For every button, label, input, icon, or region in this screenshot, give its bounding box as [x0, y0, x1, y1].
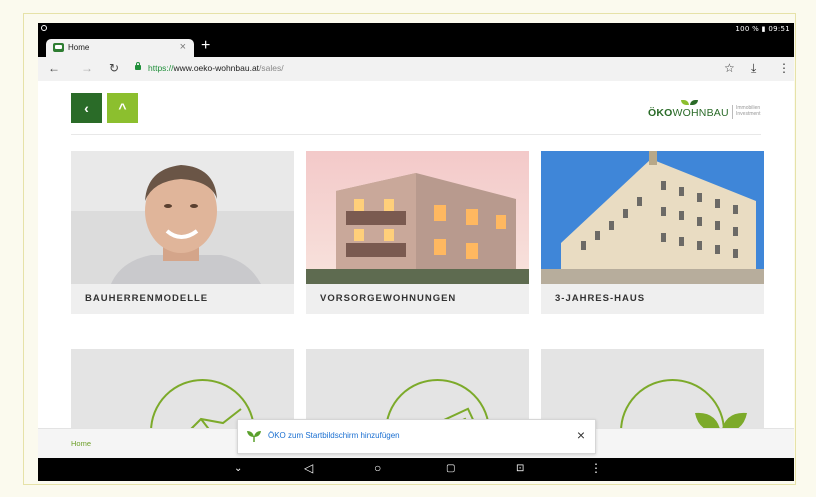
download-icon[interactable]: ⤓ [751, 61, 756, 76]
card-vorsorgewohnungen[interactable]: VORSORGEWOHNUNGEN [306, 151, 529, 314]
new-tab-icon[interactable]: + [201, 37, 210, 55]
logo-wordmark: ÖKOWOHNBAU [648, 107, 729, 119]
screenshot-icon[interactable]: ⊡ [516, 463, 524, 474]
back-button[interactable]: ‹ [71, 93, 102, 123]
up-button[interactable]: ^ [107, 93, 138, 123]
android-nav-bar: ⌄ ◁ ○ ▢ ⊡ ⋮ [38, 458, 794, 481]
historic-building-photo [541, 151, 764, 284]
notification-icon [41, 25, 47, 31]
nav-home-icon[interactable]: ○ [374, 461, 381, 475]
star-icon[interactable]: ☆ [724, 61, 735, 75]
tab-title: Home [68, 43, 90, 52]
footer-home-link[interactable]: Home [71, 439, 91, 448]
logo-leaf-icon [681, 100, 689, 105]
favicon-icon [53, 43, 64, 52]
overflow-menu-icon[interactable]: ⋮ [778, 61, 790, 75]
back-arrow-icon[interactable]: ← [48, 61, 60, 75]
logo-tagline: Immobilien Investment [736, 105, 761, 117]
logo-leaf-icon [690, 100, 698, 105]
card-3-jahres-haus[interactable]: 3-JAHRES-HAUS [541, 151, 764, 314]
banner-text[interactable]: ÖKO zum Startbildschirm hinzufügen [268, 431, 400, 440]
card-label: BAUHERRENMODELLE [71, 284, 294, 314]
status-bar: 100 % ▮ 09:51 [38, 23, 794, 35]
building-photo [306, 151, 529, 284]
card-label: VORSORGEWOHNUNGEN [306, 284, 529, 314]
nav-back-icon[interactable]: ◁ [304, 461, 313, 475]
logo-separator [732, 105, 733, 119]
browser-tab-strip: Home × + [38, 35, 794, 57]
tablet-screen: 100 % ▮ 09:51 Home × + ← → ↻ https://www… [38, 23, 794, 481]
lock-icon [135, 62, 141, 70]
card-bauherrenmodelle[interactable]: BAUHERRENMODELLE [71, 151, 294, 314]
sprout-icon [247, 431, 261, 442]
nav-menu-icon[interactable]: ⋮ [590, 461, 602, 475]
card-label: 3-JAHRES-HAUS [541, 284, 764, 314]
keyboard-hide-icon[interactable]: ⌄ [234, 463, 242, 474]
tab-close-icon[interactable]: × [180, 41, 186, 53]
address-bar: ← → ↻ https://www.oeko-wohnbau.at/sales/… [38, 57, 794, 82]
web-page: ‹ ^ ÖKOWOHNBAU Immobilien Investment BAU… [38, 81, 794, 458]
header-divider [71, 134, 761, 135]
reload-icon[interactable]: ↻ [109, 61, 119, 75]
banner-close-button[interactable]: × [577, 427, 585, 443]
nav-recents-icon[interactable]: ▢ [446, 463, 455, 474]
url-field[interactable]: https://www.oeko-wohnbau.at/sales/ [148, 63, 284, 73]
status-right: 100 % ▮ 09:51 [735, 25, 790, 33]
browser-tab[interactable]: Home × [46, 39, 194, 57]
add-to-homescreen-banner[interactable]: ÖKO zum Startbildschirm hinzufügen × [237, 419, 596, 454]
forward-arrow-icon[interactable]: → [81, 61, 93, 75]
portrait-photo [71, 151, 294, 284]
